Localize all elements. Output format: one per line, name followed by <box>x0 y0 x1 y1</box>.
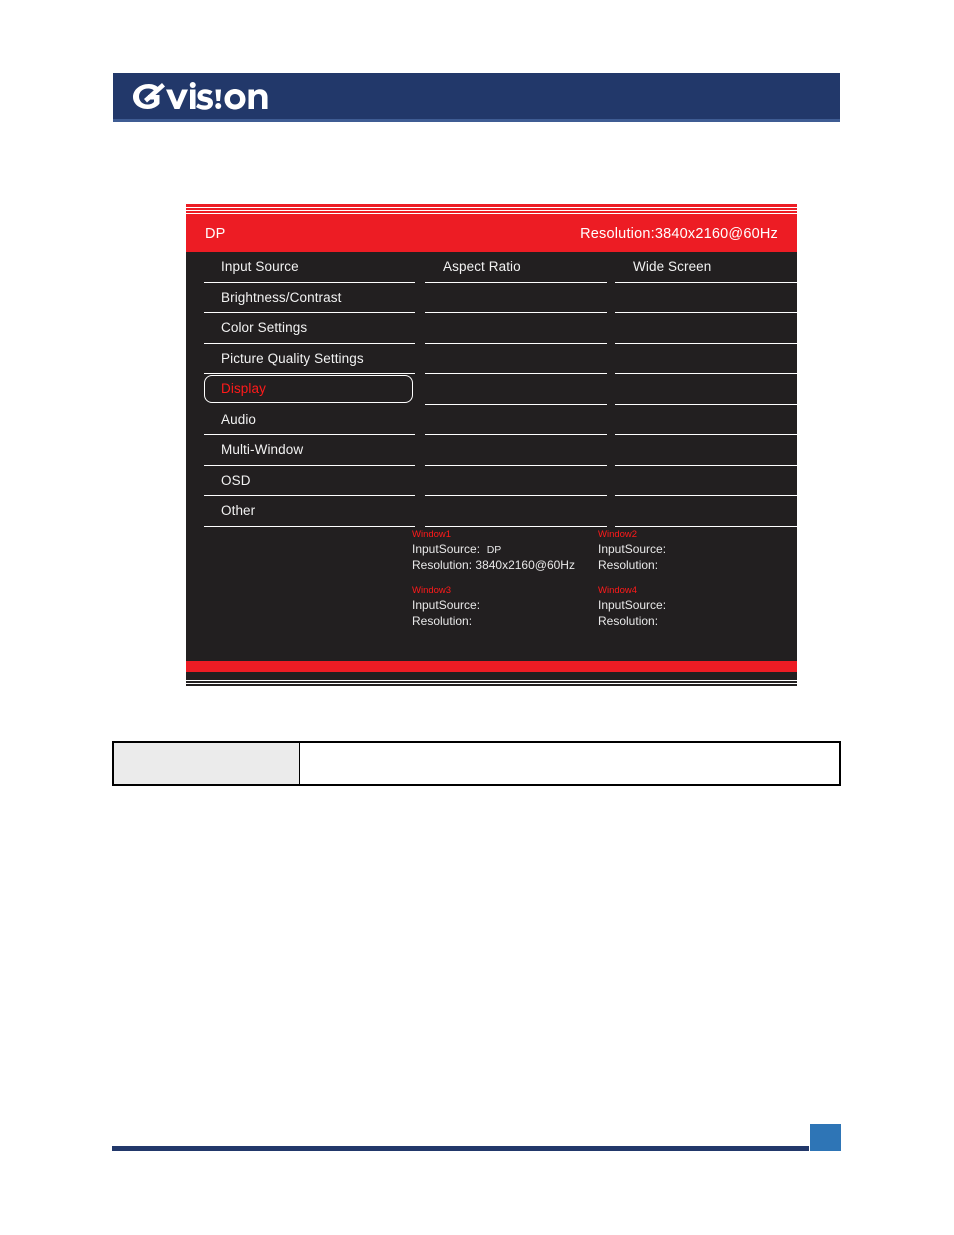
page-header-rule <box>113 119 840 122</box>
osd-menu-item-display[interactable]: Display <box>204 374 415 405</box>
osd-value-item-5[interactable] <box>615 374 797 405</box>
window-input-source-line: InputSource: DP <box>412 542 598 558</box>
osd-menu-item-other[interactable]: Other <box>204 496 416 527</box>
window-resolution-label: Resolution: <box>598 558 659 572</box>
osd-menu-item-label: OSD <box>221 472 251 488</box>
window-info-block-2: Window2 InputSource: Resolution: <box>598 528 784 573</box>
osd-menu-item-osd[interactable]: OSD <box>204 466 416 496</box>
window-input-source-line: InputSource: <box>598 598 784 614</box>
window-input-source-label: InputSource: <box>598 598 667 612</box>
osd-menu-item-picture-quality-settings[interactable]: Picture Quality Settings <box>204 344 416 374</box>
page-footer-accent-box <box>810 1124 841 1151</box>
osd-submenu-item-6[interactable] <box>425 405 608 435</box>
window-resolution-label: Resolution: <box>412 614 473 628</box>
window-title: Window2 <box>598 529 638 540</box>
osd-value-item-9[interactable] <box>615 496 797 527</box>
page-header-bar <box>113 73 840 119</box>
osd-top-stripes <box>186 204 797 216</box>
osd-value-item-6[interactable] <box>615 405 797 435</box>
osd-value-column: Wide Screen <box>615 252 797 527</box>
window-input-source-label: InputSource: <box>412 598 481 612</box>
window-resolution-value: 3840x2160@60Hz <box>475 558 575 572</box>
window-resolution-line: Resolution: <box>598 558 784 573</box>
osd-menu-item-label: Brightness/Contrast <box>221 289 342 305</box>
window-input-source-value: DP <box>486 544 502 556</box>
page-footer-rule <box>112 1146 809 1151</box>
osd-value-item-2[interactable] <box>615 283 797 313</box>
osd-window-status-panel: Window1 InputSource: DP Resolution: 3840… <box>412 528 784 640</box>
osd-value-item-wide-screen[interactable]: Wide Screen <box>615 252 797 283</box>
osd-menu-item-label: Picture Quality Settings <box>221 350 364 366</box>
window-input-source-label: InputSource: <box>412 542 481 556</box>
osd-menu-item-input-source[interactable]: Input Source <box>204 252 416 283</box>
osd-submenu-item-aspect-ratio[interactable]: Aspect Ratio <box>425 252 608 283</box>
caption-table-cell-left <box>114 743 300 784</box>
osd-menu-item-brightness-contrast[interactable]: Brightness/Contrast <box>204 283 416 313</box>
osd-submenu-item-9[interactable] <box>425 496 608 527</box>
osd-menu-item-label: Input Source <box>221 259 299 275</box>
osd-submenu-item-7[interactable] <box>425 435 608 466</box>
osd-menu-item-label: Other <box>221 503 256 519</box>
window-input-source-line: InputSource: <box>412 598 598 614</box>
osd-value-item-4[interactable] <box>615 344 797 374</box>
window-title: Window1 <box>412 529 452 540</box>
window-resolution-label: Resolution: <box>412 558 473 572</box>
osd-main-menu-column: Input Source Brightness/Contrast Color S… <box>204 252 416 527</box>
osd-value-item-7[interactable] <box>615 435 797 466</box>
osd-value-item-8[interactable] <box>615 466 797 496</box>
window-resolution-line: Resolution: <box>412 614 598 629</box>
window-resolution-line: Resolution: <box>598 614 784 629</box>
window-info-block-1: Window1 InputSource: DP Resolution: 3840… <box>412 528 598 573</box>
osd-submenu-item-3[interactable] <box>425 313 608 344</box>
osd-menu-item-label: Color Settings <box>221 320 308 336</box>
osd-menu-item-color-settings[interactable]: Color Settings <box>204 313 416 344</box>
osd-submenu-item-8[interactable] <box>425 466 608 496</box>
osd-menu-panel: DP Resolution:3840x2160@60Hz Input Sourc… <box>186 204 797 686</box>
window-input-source-label: InputSource: <box>598 542 667 556</box>
window-resolution-line: Resolution: 3840x2160@60Hz <box>412 558 598 573</box>
osd-body: Input Source Brightness/Contrast Color S… <box>186 252 797 662</box>
window-info-block-4: Window4 InputSource: Resolution: <box>598 584 784 629</box>
osd-value-item-3[interactable] <box>615 313 797 344</box>
osd-bottom-stripes <box>186 677 797 686</box>
osd-menu-item-label: Display <box>221 381 266 397</box>
osd-submenu-item-label: Aspect Ratio <box>443 259 521 275</box>
osd-resolution-label: Resolution:3840x2160@60Hz <box>580 226 778 242</box>
osd-menu-item-label: Multi-Window <box>221 442 304 458</box>
osd-submenu-item-4[interactable] <box>425 344 608 374</box>
window-info-block-3: Window3 InputSource: Resolution: <box>412 584 598 629</box>
window-input-source-line: InputSource: <box>598 542 784 558</box>
caption-table-cell-right <box>300 743 839 784</box>
osd-title-bar: DP Resolution:3840x2160@60Hz <box>186 216 797 252</box>
osd-columns: Input Source Brightness/Contrast Color S… <box>186 252 797 527</box>
osd-menu-item-label: Audio <box>221 411 257 427</box>
caption-table <box>112 741 841 786</box>
osd-submenu-item-2[interactable] <box>425 283 608 313</box>
osd-value-item-label: Wide Screen <box>633 259 712 275</box>
window-title: Window4 <box>598 585 638 596</box>
window-title: Window3 <box>412 585 452 596</box>
osd-menu-item-audio[interactable]: Audio <box>204 405 416 435</box>
osd-submenu-column: Aspect Ratio <box>425 252 608 527</box>
osd-input-source-label: DP <box>205 226 226 242</box>
gvision-logo <box>129 79 279 113</box>
window-resolution-label: Resolution: <box>598 614 659 628</box>
osd-submenu-item-5[interactable] <box>425 374 608 405</box>
osd-menu-item-multi-window[interactable]: Multi-Window <box>204 435 416 466</box>
osd-footer-accent-bar <box>186 661 797 672</box>
